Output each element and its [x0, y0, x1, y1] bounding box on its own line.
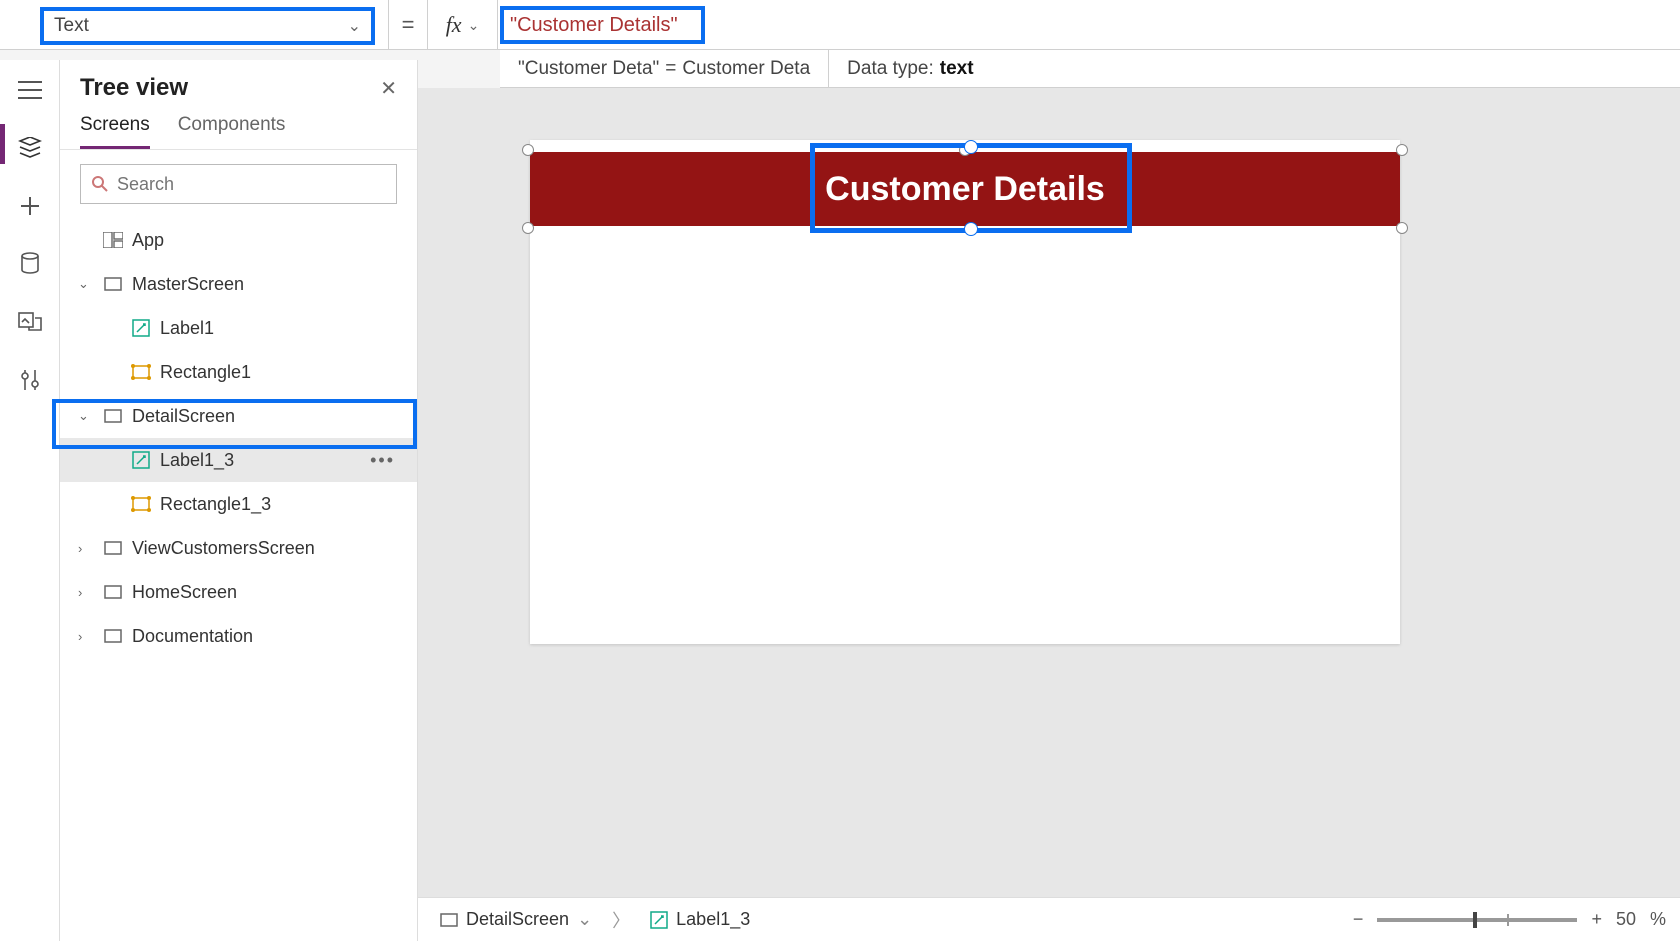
tree-view-icon[interactable]: [10, 132, 50, 164]
intel-result-value: Customer Deta: [682, 58, 810, 80]
chevron-down-icon: ⌄: [577, 909, 592, 930]
tree-item-label: Label1: [160, 318, 214, 339]
intel-type-label: Data type:: [847, 58, 934, 80]
intellisense-result: "Customer Deta" = Customer Deta: [500, 50, 829, 87]
tree-item-homescreen[interactable]: › HomeScreen: [60, 570, 417, 614]
zoom-in-button[interactable]: +: [1591, 909, 1602, 930]
app-icon: [102, 229, 124, 251]
zoom-out-button[interactable]: −: [1353, 909, 1364, 930]
tree-item-detailscreen[interactable]: ⌄ DetailScreen: [60, 394, 417, 438]
zoom-pct: %: [1650, 909, 1666, 930]
formula-input[interactable]: "Customer Details": [500, 6, 705, 44]
breadcrumb-bar: DetailScreen ⌄ 〉 Label1_3 − + 50 %: [418, 897, 1680, 941]
tree-item-masterscreen[interactable]: ⌄ MasterScreen: [60, 262, 417, 306]
tree-app-label: App: [132, 230, 164, 251]
more-icon[interactable]: •••: [370, 450, 395, 471]
zoom-slider[interactable]: [1377, 918, 1577, 922]
tree-item-viewcustomersscreen[interactable]: › ViewCustomersScreen: [60, 526, 417, 570]
breadcrumb-control-label: Label1_3: [676, 909, 750, 930]
search-icon: [91, 175, 109, 193]
label-icon: [130, 449, 152, 471]
screen-icon: [102, 405, 124, 427]
tree-item-rectangle1-3[interactable]: Rectangle1_3: [60, 482, 417, 526]
tree-item-label1-3[interactable]: Label1_3 •••: [60, 438, 417, 482]
tree-search[interactable]: [80, 164, 397, 204]
formula-bar: Text ⌄ = fx ⌄ "Customer Details": [0, 0, 1680, 50]
tree-item-label: Documentation: [132, 626, 253, 647]
rail-active-indicator: [0, 124, 5, 164]
breadcrumb-screen[interactable]: DetailScreen ⌄: [432, 909, 600, 930]
artboard-detailscreen[interactable]: Customer Details: [530, 140, 1400, 644]
rectangle-header[interactable]: Customer Details: [530, 152, 1400, 226]
screen-icon: [102, 537, 124, 559]
tree-title: Tree view: [80, 74, 188, 102]
breadcrumb-separator: 〉: [612, 907, 630, 933]
fx-button[interactable]: fx ⌄: [428, 0, 498, 50]
tree-tabs: Screens Components: [60, 108, 417, 150]
settings-icon[interactable]: [10, 364, 50, 396]
tree-item-label1[interactable]: Label1: [60, 306, 417, 350]
formula-input-tail[interactable]: [710, 0, 1680, 50]
chevron-down-icon: ⌄: [348, 16, 361, 36]
tree-item-label: Rectangle1: [160, 362, 251, 383]
tree-item-label: Rectangle1_3: [160, 494, 271, 515]
screen-icon: [102, 273, 124, 295]
zoom-controls: − + 50 %: [1353, 909, 1666, 930]
close-icon[interactable]: ✕: [380, 76, 397, 101]
screen-icon: [102, 625, 124, 647]
insert-icon[interactable]: [10, 190, 50, 222]
intellisense-type: Data type: text: [829, 50, 991, 87]
label-icon: [650, 911, 668, 929]
intel-eq: =: [665, 58, 676, 80]
tree-item-rectangle1[interactable]: Rectangle1: [60, 350, 417, 394]
equals-label: =: [388, 0, 428, 50]
zoom-value: 50: [1616, 909, 1636, 930]
fx-icon: fx: [446, 12, 462, 38]
screen-icon: [102, 581, 124, 603]
tree-item-label: Label1_3: [160, 450, 234, 471]
property-selector-value: Text: [54, 15, 348, 37]
tree-item-documentation[interactable]: › Documentation: [60, 614, 417, 658]
canvas[interactable]: Customer Details: [418, 88, 1680, 901]
tab-screens[interactable]: Screens: [80, 114, 150, 149]
formula-input-value: "Customer Details": [510, 14, 678, 37]
breadcrumb-control[interactable]: Label1_3: [642, 909, 758, 930]
intel-quoted: "Customer Deta": [518, 58, 659, 80]
tree-search-input[interactable]: [117, 174, 386, 195]
label-icon: [130, 317, 152, 339]
intellisense-bar: "Customer Deta" = Customer Deta Data typ…: [500, 50, 1680, 88]
chevron-down-icon[interactable]: ⌄: [78, 408, 94, 424]
data-icon[interactable]: [10, 248, 50, 280]
tree-app[interactable]: App: [60, 218, 417, 262]
tab-components[interactable]: Components: [178, 114, 286, 149]
tree-item-label: MasterScreen: [132, 274, 244, 295]
chevron-down-icon[interactable]: ⌄: [78, 276, 94, 292]
chevron-right-icon[interactable]: ›: [78, 585, 94, 600]
tree-view-panel: Tree view ✕ Screens Components App ⌄ Mas…: [60, 60, 418, 941]
chevron-right-icon[interactable]: ›: [78, 541, 94, 556]
tree-item-label: HomeScreen: [132, 582, 237, 603]
tree-header: Tree view ✕: [60, 60, 417, 108]
media-icon[interactable]: [10, 306, 50, 338]
breadcrumb-screen-label: DetailScreen: [466, 909, 569, 930]
intel-type-value: text: [940, 58, 974, 80]
tree-item-label: DetailScreen: [132, 406, 235, 427]
zoom-slider-thumb[interactable]: [1473, 912, 1477, 928]
property-selector[interactable]: Text ⌄: [40, 7, 375, 45]
tree-list: App ⌄ MasterScreen Label1 Rectangle1 ⌄ D…: [60, 218, 417, 658]
rectangle-icon: [130, 493, 152, 515]
hamburger-icon[interactable]: [10, 74, 50, 106]
rectangle-icon: [130, 361, 152, 383]
zoom-slider-tick: [1507, 914, 1509, 926]
chevron-right-icon[interactable]: ›: [78, 629, 94, 644]
header-label[interactable]: Customer Details: [825, 170, 1105, 209]
chevron-down-icon: ⌄: [468, 17, 480, 34]
left-rail: [0, 60, 60, 941]
screen-icon: [440, 913, 458, 927]
tree-item-label: ViewCustomersScreen: [132, 538, 315, 559]
